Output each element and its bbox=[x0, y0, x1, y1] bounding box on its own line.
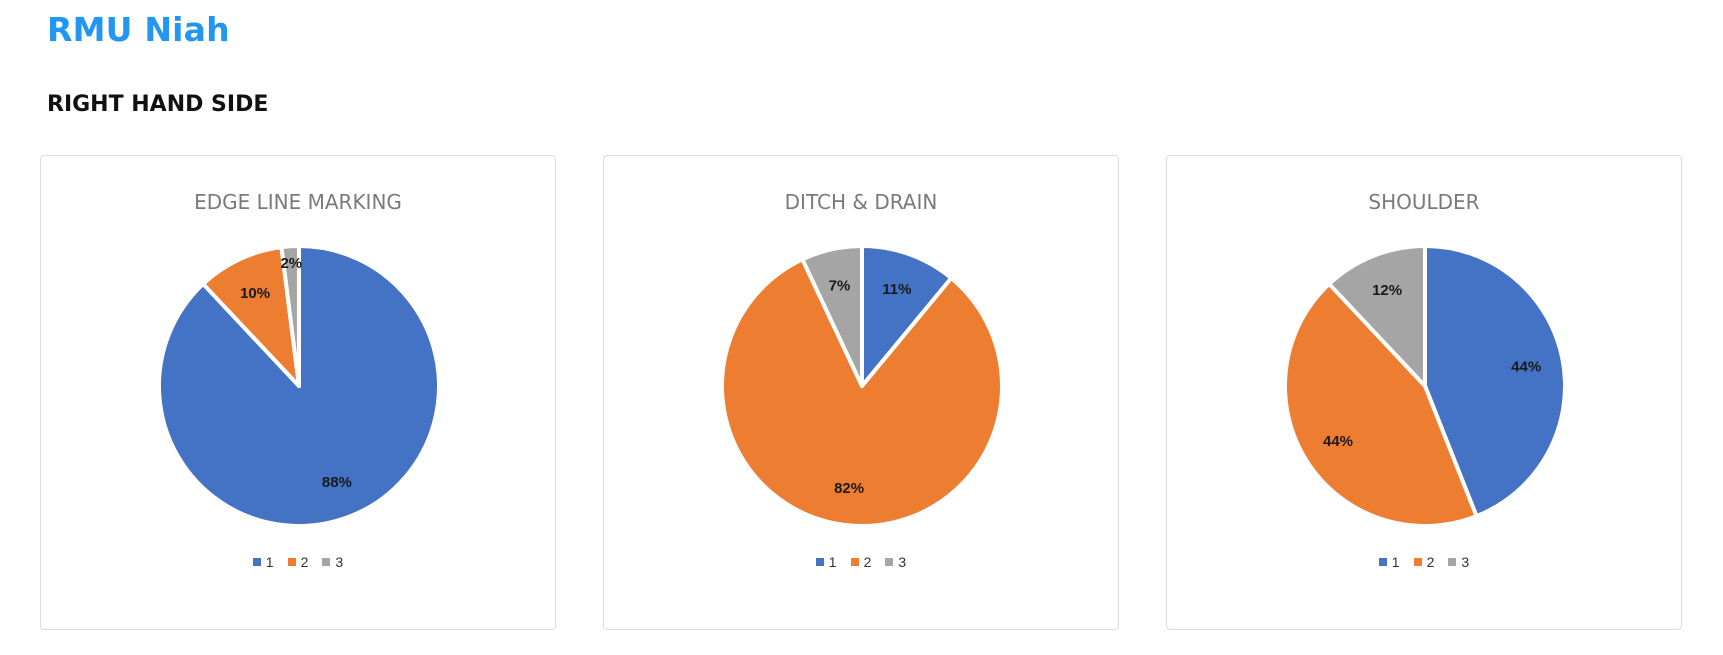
data-label-1: 44% bbox=[1511, 359, 1541, 376]
legend-label-2: 2 bbox=[863, 554, 872, 570]
legend-item-2: 2 bbox=[850, 554, 872, 570]
legend-item-1: 1 bbox=[252, 554, 274, 570]
pie-chart: 88% 10% 2% bbox=[157, 243, 441, 528]
data-label-1: 88% bbox=[322, 474, 352, 491]
pie-chart: 11% 82% 7% bbox=[720, 244, 1004, 528]
data-label-1: 11% bbox=[882, 281, 911, 298]
chart-title: DITCH & DRAIN bbox=[784, 190, 938, 214]
chart-title: SHOULDER bbox=[1368, 190, 1480, 214]
legend-label-1: 1 bbox=[1391, 554, 1400, 570]
legend-swatch-2 bbox=[850, 558, 859, 566]
legend-swatch-1 bbox=[1378, 558, 1387, 566]
legend-swatch-3 bbox=[885, 558, 894, 566]
legend-swatch-2 bbox=[287, 558, 296, 566]
legend-label-2: 2 bbox=[300, 554, 309, 570]
chart-title: EDGE LINE MARKING bbox=[194, 190, 402, 214]
data-label-3: 7% bbox=[829, 278, 851, 295]
legend-label-2: 2 bbox=[1426, 554, 1435, 570]
legend-label-1: 1 bbox=[265, 554, 274, 570]
data-label-2: 82% bbox=[834, 480, 864, 497]
legend-item-1: 1 bbox=[815, 554, 837, 570]
data-label-3: 2% bbox=[280, 255, 302, 272]
legend-label-1: 1 bbox=[828, 554, 837, 570]
legend-label-3: 3 bbox=[335, 554, 344, 570]
legend-label-3: 3 bbox=[1461, 554, 1470, 570]
section-title: RIGHT HAND SIDE bbox=[47, 92, 269, 117]
legend-item-2: 2 bbox=[287, 554, 309, 570]
legend-item-2: 2 bbox=[1413, 554, 1435, 570]
legend-item-3: 3 bbox=[885, 554, 906, 570]
chart-card-shoulder: SHOULDER 44% 44% 12% 1 2 3 bbox=[1166, 155, 1682, 630]
chart-legend: 1 2 3 bbox=[604, 554, 1118, 570]
data-label-2: 44% bbox=[1323, 433, 1353, 450]
data-label-3: 12% bbox=[1372, 282, 1402, 299]
legend-swatch-3 bbox=[1448, 558, 1457, 566]
data-label-2: 10% bbox=[240, 285, 270, 302]
legend-swatch-3 bbox=[322, 558, 331, 566]
chart-card-ditch-drain: DITCH & DRAIN 11% 82% 7% 1 2 3 bbox=[603, 155, 1119, 630]
chart-legend: 1 2 3 bbox=[41, 554, 555, 570]
chart-card-edge-line-marking: EDGE LINE MARKING 88% 10% 2% 1 2 3 bbox=[40, 155, 556, 630]
legend-item-3: 3 bbox=[1448, 554, 1469, 570]
pie-chart: 44% 44% 12% bbox=[1282, 244, 1567, 528]
app-title: RMU Niah bbox=[47, 10, 230, 49]
legend-label-3: 3 bbox=[898, 554, 907, 570]
legend-item-3: 3 bbox=[322, 554, 343, 570]
legend-swatch-2 bbox=[1413, 558, 1422, 566]
legend-item-1: 1 bbox=[1378, 554, 1400, 570]
legend-swatch-1 bbox=[815, 558, 824, 566]
legend-swatch-1 bbox=[252, 558, 261, 566]
chart-legend: 1 2 3 bbox=[1167, 554, 1681, 570]
